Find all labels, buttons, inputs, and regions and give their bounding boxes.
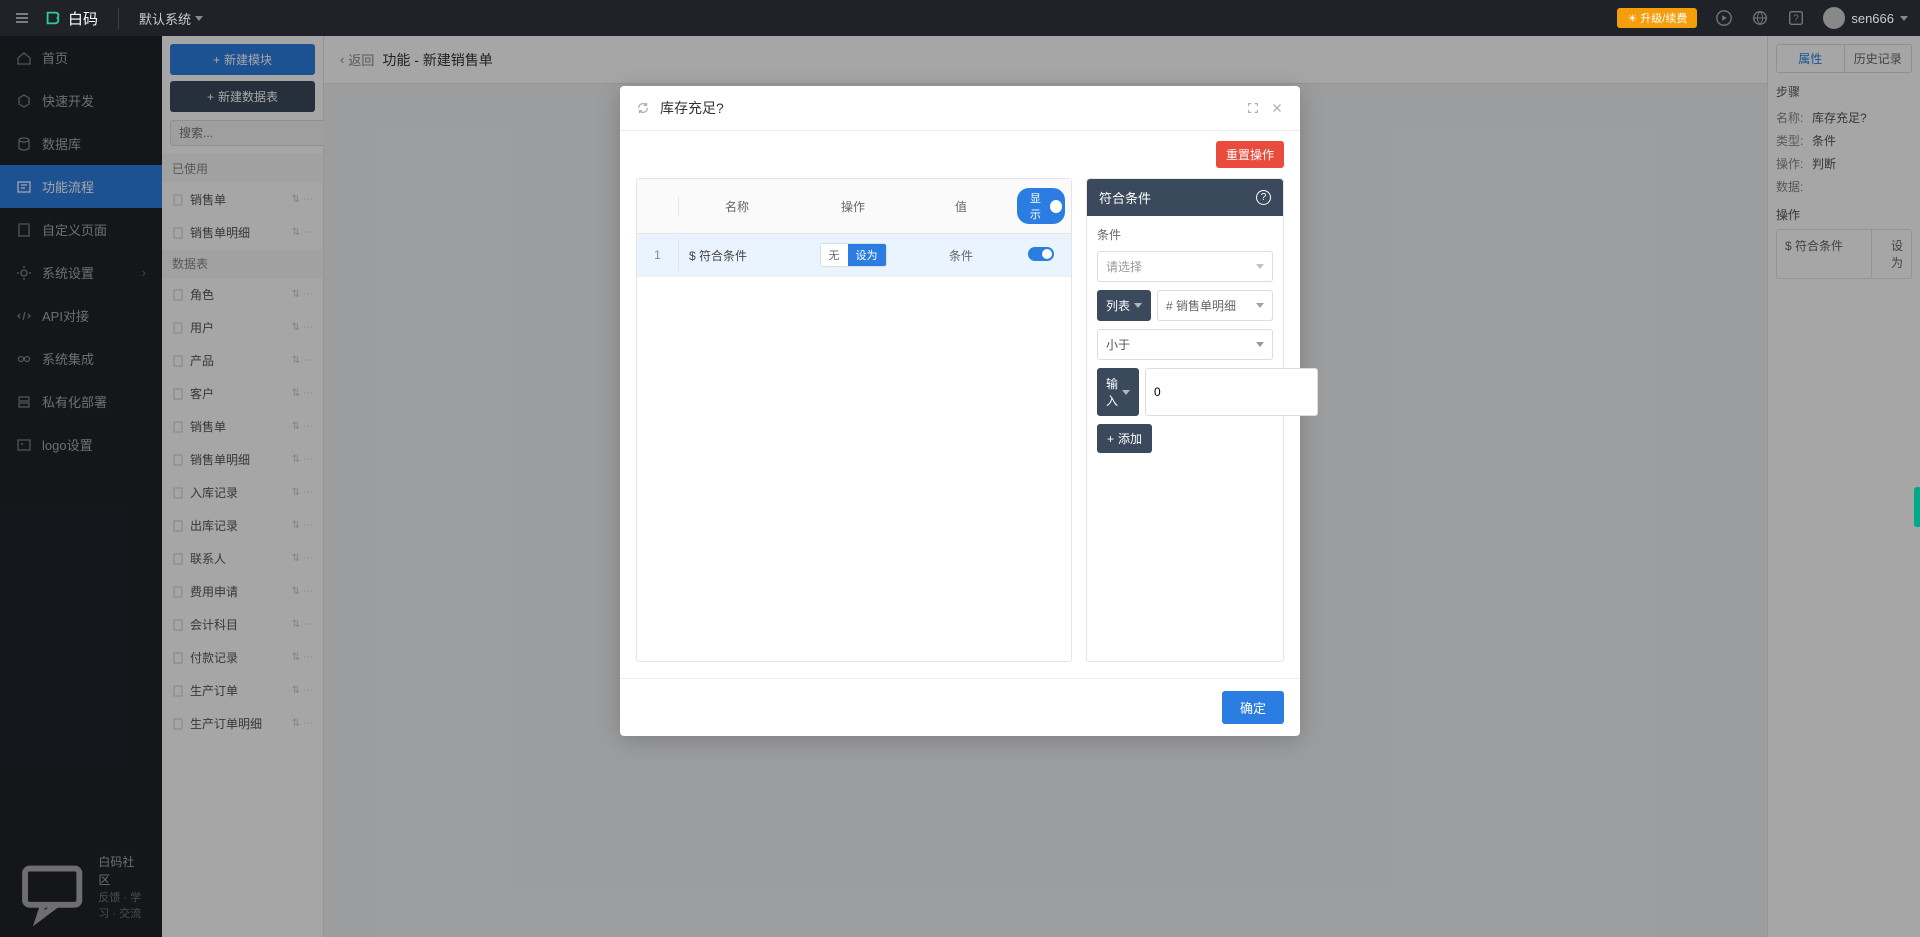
chevron-down-icon [1134,303,1142,308]
action-none[interactable]: 无 [821,244,848,266]
condition-panel: 符合条件 ? 条件 请选择 列表 [1086,178,1284,662]
condition-label: 条件 [1097,226,1273,243]
condition-select[interactable]: 请选择 [1097,251,1273,282]
help-icon[interactable]: ? [1256,190,1271,205]
list-type-select[interactable]: 列表 [1097,290,1151,321]
menu-toggle[interactable] [12,8,32,28]
condition-value-input[interactable] [1145,368,1318,416]
header-left: 白码 默认系统 [12,8,203,29]
header-right: ☀ 升级/续费 ? sen666 [1617,7,1908,29]
help-icon[interactable]: ? [1787,9,1805,27]
list-source-label: # 销售单明细 [1166,297,1236,314]
op-table-header: 名称 操作 值 显示 [637,179,1071,234]
list-source-select[interactable]: # 销售单明细 [1157,290,1273,321]
op-row-index: 1 [637,239,679,271]
expand-icon[interactable] [1246,101,1260,115]
condition-header-label: 符合条件 [1099,188,1151,207]
chevron-down-icon [1256,264,1264,269]
username: sen666 [1851,11,1894,26]
reset-button[interactable]: 重置操作 [1216,141,1284,168]
top-header: 白码 默认系统 ☀ 升级/续费 ? sen666 [0,0,1920,36]
chevron-down-icon [1900,16,1908,21]
op-row[interactable]: 1 $ 符合条件 无 设为 条件 [637,234,1071,277]
modal-header: 库存充足? [620,86,1300,131]
col-name: 名称 [679,189,795,224]
add-condition-label: 添加 [1118,430,1142,447]
action-selector[interactable]: 无 设为 [820,243,887,267]
globe-icon[interactable] [1751,9,1769,27]
col-action: 操作 [795,189,911,224]
operation-list: 名称 操作 值 显示 1 $ 符合条件 [636,178,1072,662]
display-toggle-label: 显示 [1025,190,1046,222]
add-condition-button[interactable]: + 添加 [1097,424,1152,453]
op-row-value: 条件 [911,238,1011,273]
plus-icon: + [1107,432,1114,446]
chevron-down-icon [1256,342,1264,347]
input-type-select[interactable]: 输入 [1097,368,1139,416]
sun-icon: ☀ [1627,12,1637,25]
op-row-name: $ 符合条件 [679,238,795,273]
logo-icon [44,9,62,27]
svg-text:?: ? [1794,14,1800,25]
layout: 首页 快速开发 数据库 功能流程 自定义页面 系统设置› API对接 系统集成 … [0,36,1920,937]
hamburger-icon [14,10,30,26]
modal: 库存充足? 重置操作 名称 操作 值 显示 [620,86,1300,736]
system-select[interactable]: 默认系统 [139,9,203,28]
chevron-down-icon [195,16,203,21]
system-select-label: 默认系统 [139,9,191,28]
action-set[interactable]: 设为 [848,244,886,266]
condition-select-placeholder: 请选择 [1106,258,1142,275]
confirm-button[interactable]: 确定 [1222,691,1284,724]
close-icon[interactable] [1270,101,1284,115]
row-visible-toggle[interactable] [1028,247,1054,261]
upgrade-button[interactable]: ☀ 升级/续费 [1617,8,1697,28]
upgrade-label: 升级/续费 [1640,10,1687,26]
side-widget[interactable] [1914,487,1920,527]
input-type-label: 输入 [1106,375,1118,409]
logo-text: 白码 [68,8,98,29]
modal-overlay: 库存充足? 重置操作 名称 操作 值 显示 [0,36,1920,937]
list-type-label: 列表 [1106,297,1130,314]
condition-header: 符合条件 ? [1087,179,1283,216]
operator-label: 小于 [1106,336,1130,353]
chevron-down-icon [1256,303,1264,308]
display-toggle[interactable]: 显示 [1017,188,1065,224]
chevron-down-icon [1122,390,1130,395]
col-value: 值 [911,189,1011,224]
refresh-icon[interactable] [636,101,650,115]
play-icon[interactable] [1715,9,1733,27]
user-menu[interactable]: sen666 [1823,7,1908,29]
avatar [1823,7,1845,29]
operator-select[interactable]: 小于 [1097,329,1273,360]
modal-title: 库存充足? [660,98,1236,118]
logo[interactable]: 白码 [44,8,119,29]
